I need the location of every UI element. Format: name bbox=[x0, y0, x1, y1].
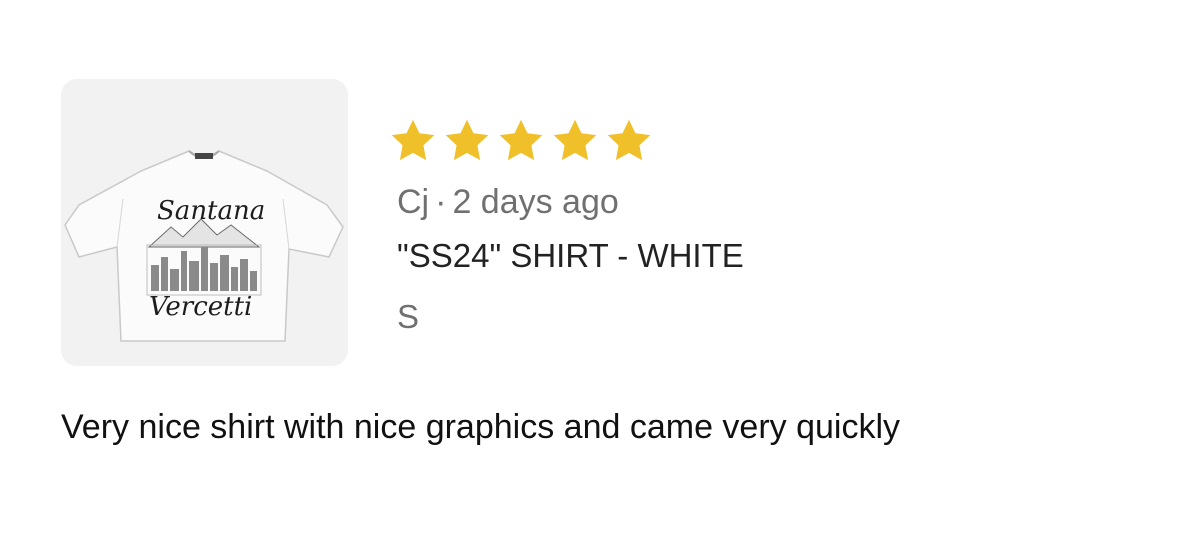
shirt-print-top: Santana bbox=[157, 196, 265, 226]
review-text: Very nice shirt with nice graphics and c… bbox=[61, 408, 901, 446]
star-icon bbox=[553, 119, 597, 161]
star-icon bbox=[391, 119, 435, 161]
shirt-print-bottom: Vercetti bbox=[149, 292, 252, 322]
product-image[interactable]: Santana Vercetti bbox=[61, 79, 348, 366]
star-icon bbox=[607, 119, 651, 161]
product-variant: S bbox=[397, 298, 420, 335]
review-date: 2 days ago bbox=[452, 183, 619, 221]
review-card: Santana Vercetti Cj · 2 days ago "SS24" SH… bbox=[0, 0, 1179, 552]
review-meta: Cj · 2 days ago bbox=[397, 180, 619, 224]
star-icon bbox=[445, 119, 489, 161]
star-icon bbox=[499, 119, 543, 161]
star-rating bbox=[388, 116, 654, 166]
meta-separator: · bbox=[435, 183, 447, 221]
product-name[interactable]: "SS24" SHIRT - WHITE bbox=[397, 234, 744, 278]
author-name: Cj bbox=[397, 183, 430, 221]
tshirt-image: Santana Vercetti bbox=[64, 150, 344, 342]
